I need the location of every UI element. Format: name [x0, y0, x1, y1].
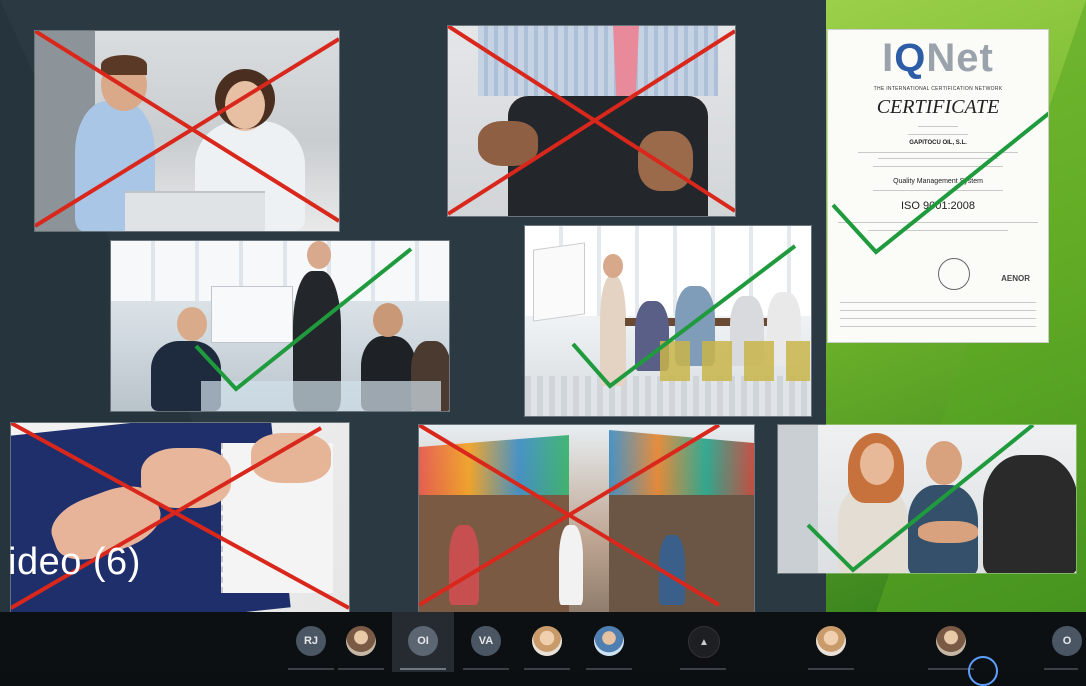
participant-avatar-photo[interactable]	[936, 626, 966, 656]
photo-presentation	[110, 240, 450, 412]
green-check-mark	[831, 111, 1048, 255]
participant-avatar-photo[interactable]	[594, 626, 624, 656]
red-cross-mark	[419, 425, 721, 607]
red-cross-mark	[35, 31, 339, 228]
photo-arguing-office	[34, 30, 340, 232]
participant-avatar-photo[interactable]	[532, 626, 562, 656]
red-cross-mark	[448, 26, 735, 216]
photo-street-market	[418, 424, 755, 612]
participant-tile[interactable]	[330, 612, 392, 672]
photo-empty-pockets	[447, 25, 736, 217]
video-count-caption: ideo (6)	[8, 541, 141, 583]
iqnet-certificate: IQNet THE INTERNATIONAL CERTIFICATION NE…	[828, 30, 1048, 342]
participant-avatar[interactable]: VA	[471, 626, 501, 656]
photo-handshake	[777, 424, 1077, 574]
participant-tile[interactable]: O	[1036, 612, 1086, 672]
participant-tile[interactable]	[578, 612, 640, 672]
green-check-mark	[571, 244, 797, 389]
participant-avatar-photo[interactable]	[346, 626, 376, 656]
speaking-indicator-ring	[968, 656, 998, 686]
participant-tile-active[interactable]: OI	[392, 612, 454, 672]
participant-avatar-photo[interactable]	[816, 626, 846, 656]
participant-avatar[interactable]: O	[1052, 626, 1082, 656]
participant-avatar-dark[interactable]: ▲	[688, 626, 720, 658]
participant-tile[interactable]: ▲	[672, 612, 734, 672]
chevron-up-icon: ▲	[699, 636, 709, 648]
participants-bar: RJ OI VA ▲ O	[0, 612, 1086, 686]
photo-team-meeting	[524, 225, 812, 417]
participant-avatar[interactable]: RJ	[296, 626, 326, 656]
participant-tile[interactable]: VA	[455, 612, 517, 672]
shared-screen-slide: IQNet THE INTERNATIONAL CERTIFICATION NE…	[0, 0, 1086, 612]
green-check-mark	[806, 425, 1035, 573]
participant-tile[interactable]	[516, 612, 578, 672]
participant-tile[interactable]	[800, 612, 862, 672]
participant-avatar[interactable]: OI	[408, 626, 438, 656]
green-check-mark	[194, 247, 413, 392]
